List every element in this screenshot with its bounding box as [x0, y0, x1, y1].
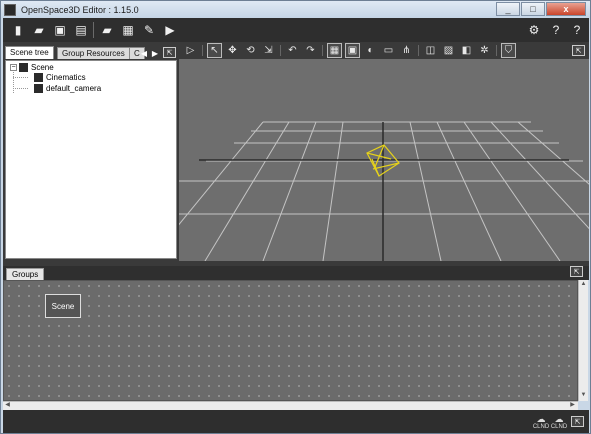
status-button-label: CLND — [550, 424, 568, 430]
tools-icon[interactable]: ✎ — [140, 21, 158, 39]
toolbar-divider — [322, 45, 323, 56]
undock-status-icon[interactable]: ⇱ — [571, 416, 584, 427]
tree-connector — [13, 88, 28, 89]
save-as-icon[interactable]: ▤ — [72, 21, 90, 39]
tree-item-label: Scene — [31, 63, 54, 72]
open-folder-icon[interactable]: ▰ — [30, 21, 48, 39]
calculator-icon[interactable]: ▦ — [119, 21, 137, 39]
user-help-icon[interactable]: ? — [568, 21, 586, 39]
viewport-grid — [179, 121, 589, 261]
scene-tabs: Scene tree Group Resources C ◀ ▶ ⇱ — [3, 45, 179, 59]
status-button-label: CLND — [532, 424, 550, 430]
wireframe-icon[interactable]: ▣ — [345, 43, 360, 58]
maximize-button[interactable]: □ — [521, 2, 545, 16]
tree-connector — [13, 72, 14, 93]
settings-icon[interactable]: ⚙ — [525, 21, 543, 39]
cube-icon[interactable]: ◫ — [423, 43, 438, 58]
undock-groups-icon[interactable]: ⇱ — [570, 266, 583, 277]
shield-icon[interactable]: ⛉ — [501, 43, 516, 58]
main-toolbar: ▮ ▰ ▣ ▤ ▰ ▦ ✎ ▶ ⚙ ? ? — [3, 18, 589, 42]
minimize-button[interactable]: _ — [496, 2, 520, 16]
window-title: OpenSpace3D Editor : 1.15.0 — [21, 4, 139, 15]
scene-tree: − Scene Cinematics default_camera — [5, 60, 177, 259]
title-bar[interactable]: OpenSpace3D Editor : 1.15.0 _ □ x — [1, 1, 590, 18]
toolbar-divider — [280, 45, 281, 56]
undock-panel-icon[interactable]: ⇱ — [163, 47, 176, 58]
scroll-left-icon[interactable]: ◀ — [3, 401, 12, 410]
shading-icon[interactable]: ◧ — [459, 43, 474, 58]
move-icon[interactable]: ✥ — [225, 43, 240, 58]
snap-icon[interactable]: ⋔ — [399, 43, 414, 58]
grid-lines — [179, 121, 589, 261]
help-icon[interactable]: ? — [547, 21, 565, 39]
collapse-icon[interactable]: − — [10, 64, 17, 71]
groups-canvas[interactable]: Scene — [3, 280, 578, 401]
toolbar-divider — [202, 45, 203, 56]
scene-node-icon — [19, 63, 28, 72]
window-controls: _ □ x — [495, 2, 586, 16]
undock-viewport-icon[interactable]: ⇱ — [572, 45, 585, 56]
undo-icon[interactable]: ↶ — [285, 43, 300, 58]
3d-viewport[interactable] — [179, 59, 589, 261]
groups-tab-bar: Groups ⇱ — [3, 266, 589, 280]
horizontal-scrollbar[interactable]: ◀ ▶ — [3, 401, 578, 410]
select-arrow-icon[interactable]: ↖ — [207, 43, 222, 58]
add-resource-icon[interactable]: ▰ — [98, 21, 116, 39]
group-node-scene[interactable]: Scene — [45, 294, 81, 318]
play-icon[interactable]: ▷ — [183, 43, 198, 58]
run-player-icon[interactable]: ▶ — [161, 21, 179, 39]
close-button[interactable]: x — [546, 2, 586, 16]
toolbar-divider — [93, 22, 94, 38]
cloud-save-button[interactable]: ☁ CLND — [532, 413, 550, 431]
tree-connector — [13, 77, 28, 78]
tab-next-arrow-icon[interactable]: ▶ — [150, 48, 160, 59]
redo-icon[interactable]: ↷ — [303, 43, 318, 58]
tab-group-resources[interactable]: Group Resources — [57, 47, 130, 59]
vertical-scrollbar[interactable]: ▲ ▼ — [578, 280, 588, 401]
tree-item-default-camera[interactable]: default_camera — [34, 83, 101, 94]
app-logo-icon — [4, 3, 16, 16]
camera-view-icon[interactable]: ▭ — [381, 43, 396, 58]
scene-panel: Scene tree Group Resources C ◀ ▶ ⇱ − Sce… — [3, 42, 179, 261]
toolbar-divider — [496, 45, 497, 56]
grid-view-icon[interactable]: ▦ — [327, 43, 342, 58]
scroll-up-icon[interactable]: ▲ — [579, 280, 588, 289]
tree-item-label: default_camera — [46, 84, 102, 93]
rotate-icon[interactable]: ⟲ — [243, 43, 258, 58]
tree-item-cinematics[interactable]: Cinematics — [34, 72, 86, 83]
application-window: OpenSpace3D Editor : 1.15.0 _ □ x ▮ ▰ ▣ … — [0, 0, 591, 434]
camera-node-icon — [34, 84, 43, 93]
cloud-network-button[interactable]: ☁ CLND — [550, 413, 568, 431]
texture-icon[interactable]: ▨ — [441, 43, 456, 58]
sphere-icon[interactable]: ◐ — [363, 43, 378, 58]
tab-prev-arrow-icon[interactable]: ◀ — [139, 48, 149, 59]
scroll-down-icon[interactable]: ▼ — [579, 391, 588, 400]
scroll-right-icon[interactable]: ▶ — [568, 401, 577, 410]
viewport-toolbar: ▷ ↖ ✥ ⟲ ⇲ ↶ ↷ ▦ ▣ ◐ ▭ ⋔ ◫ ▨ ◧ ✲ ⛉ ⇱ — [179, 42, 589, 59]
status-bar: ☁ CLND ☁ CLND ⇱ — [3, 410, 589, 433]
scale-icon[interactable]: ⇲ — [261, 43, 276, 58]
cinematics-node-icon — [34, 73, 43, 82]
save-icon[interactable]: ▣ — [51, 21, 69, 39]
cloud-network-icon: ☁ — [554, 414, 564, 424]
tab-groups[interactable]: Groups — [6, 268, 45, 280]
toolbar-divider — [418, 45, 419, 56]
tree-item-label: Cinematics — [46, 73, 86, 82]
tab-scene-tree[interactable]: Scene tree — [5, 46, 54, 59]
cloud-save-icon: ☁ — [536, 414, 546, 424]
new-file-icon[interactable]: ▮ — [9, 21, 27, 39]
physics-icon[interactable]: ✲ — [477, 43, 492, 58]
